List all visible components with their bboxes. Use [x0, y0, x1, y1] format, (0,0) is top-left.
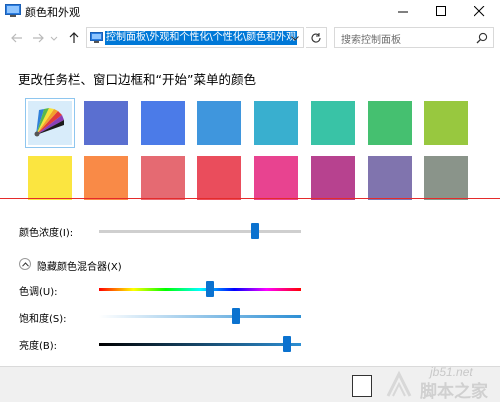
save-changes-button[interactable] [352, 375, 372, 397]
watermark-text: 脚本之家 [420, 382, 488, 402]
search-input[interactable]: 搜索控制面板 [341, 31, 401, 46]
refresh-button[interactable] [306, 27, 327, 48]
collapse-mixer-label[interactable]: 隐藏颜色混合器(X) [37, 258, 122, 273]
minimize-icon [398, 11, 408, 13]
intensity-slider-track[interactable] [99, 230, 301, 233]
control-panel-icon [5, 4, 21, 17]
brightness-slider-track[interactable] [99, 343, 301, 346]
color-swatch[interactable] [368, 156, 412, 200]
color-swatch[interactable] [141, 101, 185, 145]
section-divider [0, 198, 500, 199]
maximize-button[interactable] [425, 0, 458, 22]
minimize-button[interactable] [387, 0, 420, 22]
chevron-up-icon [22, 262, 29, 267]
brightness-label: 亮度(B): [19, 341, 58, 352]
search-box[interactable]: 搜索控制面板 [334, 27, 494, 48]
color-swatch[interactable] [424, 156, 468, 200]
close-icon [474, 6, 485, 17]
color-swatch[interactable] [28, 156, 72, 200]
brightness-slider-thumb[interactable] [282, 336, 291, 352]
saturation-slider-track[interactable] [99, 315, 301, 318]
automatic-color-swatch[interactable] [25, 98, 75, 148]
back-arrow-icon [11, 33, 22, 43]
hue-slider-thumb[interactable] [206, 281, 215, 297]
window-title: 颜色和外观 [25, 6, 80, 19]
hue-label: 色调(U): [19, 287, 58, 298]
saturation-label: 饱和度(S): [19, 314, 67, 325]
intensity-slider-thumb[interactable] [250, 223, 259, 239]
color-swatch[interactable] [84, 156, 128, 200]
color-swatch[interactable] [311, 101, 355, 145]
up-button[interactable] [67, 31, 81, 45]
color-swatch[interactable] [311, 156, 355, 200]
up-arrow-icon [69, 32, 79, 43]
color-swatch[interactable] [368, 101, 412, 145]
maximize-icon [436, 6, 446, 16]
hue-slider-track[interactable] [99, 288, 301, 291]
forward-arrow-icon [33, 33, 44, 43]
color-swatch[interactable] [424, 101, 468, 145]
intensity-label: 颜色浓度(I): [19, 228, 74, 239]
watermark-logo [386, 370, 412, 397]
page-title: 更改任务栏、窗口边框和“开始”菜单的颜色 [18, 72, 256, 87]
color-swatch[interactable] [197, 101, 241, 145]
refresh-icon [311, 33, 321, 43]
address-bar[interactable]: 控制面板\外观和个性化\个性化\颜色和外观 [86, 27, 304, 48]
color-swatch[interactable] [254, 156, 298, 200]
collapse-mixer-button[interactable] [19, 258, 31, 270]
chevron-down-icon[interactable] [291, 36, 299, 41]
color-swatch[interactable] [141, 156, 185, 200]
control-panel-icon [90, 32, 103, 43]
close-button[interactable] [463, 0, 496, 22]
chevron-down-icon [50, 36, 58, 41]
color-swatch[interactable] [254, 101, 298, 145]
forward-button[interactable] [31, 31, 45, 45]
recent-locations-button[interactable] [50, 31, 58, 45]
color-palette-icon [34, 108, 64, 137]
search-icon [476, 32, 488, 44]
saturation-slider-thumb[interactable] [232, 308, 241, 324]
navigation-bar: 控制面板\外观和个性化\个性化\颜色和外观 搜索控制面板 [0, 25, 500, 51]
color-swatch[interactable] [84, 101, 128, 145]
address-path[interactable]: 控制面板\外观和个性化\个性化\颜色和外观 [105, 31, 298, 45]
back-button[interactable] [10, 31, 24, 45]
title-bar: 颜色和外观 [0, 0, 500, 22]
color-swatch[interactable] [197, 156, 241, 200]
